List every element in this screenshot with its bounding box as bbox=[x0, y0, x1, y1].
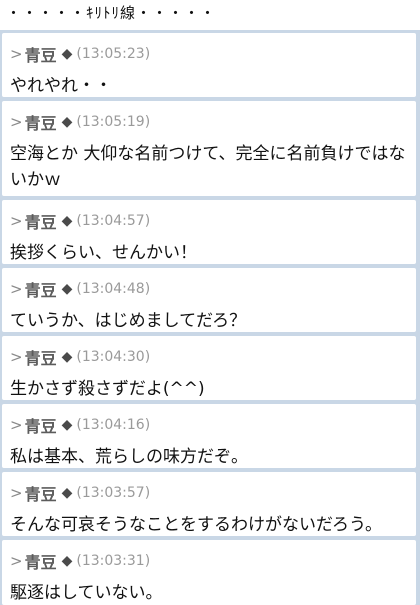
post-message: ていうか、はじめましてだろ？ bbox=[10, 311, 247, 331]
trip-diamond-icon: ◆ bbox=[61, 114, 73, 130]
post-timestamp: (13:03:57) bbox=[76, 485, 151, 501]
reply-arrow-icon[interactable]: > bbox=[10, 484, 23, 502]
post-header: > 青豆 ◆ (13:04:16) bbox=[10, 413, 408, 437]
poster-name[interactable]: 青豆 bbox=[25, 209, 57, 233]
post-timestamp: (13:04:30) bbox=[76, 349, 151, 365]
post-message: 空海とか 大仰な名前つけて、完全に名前負けではないかｗ bbox=[10, 144, 406, 190]
reply-arrow-icon[interactable]: > bbox=[10, 552, 23, 570]
poster-name[interactable]: 青豆 bbox=[25, 413, 57, 437]
trip-diamond-icon: ◆ bbox=[61, 281, 73, 297]
trip-diamond-icon: ◆ bbox=[61, 213, 73, 229]
poster-name[interactable]: 青豆 bbox=[25, 345, 57, 369]
chat-post: > 青豆 ◆ (13:05:23) やれやれ・・ bbox=[2, 33, 416, 97]
poster-name[interactable]: 青豆 bbox=[25, 110, 57, 134]
post-timestamp: (13:05:19) bbox=[76, 114, 151, 130]
post-timestamp: (13:05:23) bbox=[76, 46, 151, 62]
reply-arrow-icon[interactable]: > bbox=[10, 280, 23, 298]
post-header: > 青豆 ◆ (13:03:31) bbox=[10, 549, 408, 573]
chat-post: > 青豆 ◆ (13:04:48) ていうか、はじめましてだろ？ bbox=[2, 268, 416, 332]
reply-arrow-icon[interactable]: > bbox=[10, 45, 23, 63]
post-timestamp: (13:04:48) bbox=[76, 281, 151, 297]
post-message: 挨拶くらい、せんかい！ bbox=[10, 243, 197, 263]
chat-post: > 青豆 ◆ (13:04:57) 挨拶くらい、せんかい！ bbox=[2, 200, 416, 264]
chat-post: > 青豆 ◆ (13:04:16) 私は基本、荒らしの味方だぞ。 bbox=[2, 404, 416, 468]
post-header: > 青豆 ◆ (13:05:23) bbox=[10, 42, 408, 66]
reply-arrow-icon[interactable]: > bbox=[10, 113, 23, 131]
post-header: > 青豆 ◆ (13:03:57) bbox=[10, 481, 408, 505]
reply-arrow-icon[interactable]: > bbox=[10, 416, 23, 434]
post-message: そんな可哀そうなことをするわけがないだろう。 bbox=[10, 515, 382, 535]
chat-post: > 青豆 ◆ (13:04:30) 生かさず殺さずだよ(^^) bbox=[2, 336, 416, 400]
post-header: > 青豆 ◆ (13:04:57) bbox=[10, 209, 408, 233]
post-timestamp: (13:04:57) bbox=[76, 213, 151, 229]
poster-name[interactable]: 青豆 bbox=[25, 42, 57, 66]
reply-arrow-icon[interactable]: > bbox=[10, 348, 23, 366]
post-header: > 青豆 ◆ (13:05:19) bbox=[10, 110, 408, 134]
cut-line-divider: ・・・・・ｷﾘﾄﾘ線・・・・・ bbox=[0, 0, 420, 30]
trip-diamond-icon: ◆ bbox=[61, 417, 73, 433]
post-timestamp: (13:04:16) bbox=[76, 417, 151, 433]
post-header: > 青豆 ◆ (13:04:30) bbox=[10, 345, 408, 369]
poster-name[interactable]: 青豆 bbox=[25, 549, 57, 573]
chat-post: > 青豆 ◆ (13:05:19) 空海とか 大仰な名前つけて、完全に名前負けで… bbox=[2, 101, 416, 196]
chat-feed[interactable]: ・・・・・ｷﾘﾄﾘ線・・・・・ > 青豆 ◆ (13:05:23) やれやれ・・… bbox=[0, 0, 420, 605]
post-timestamp: (13:03:31) bbox=[76, 553, 151, 569]
trip-diamond-icon: ◆ bbox=[61, 553, 73, 569]
trip-diamond-icon: ◆ bbox=[61, 46, 73, 62]
poster-name[interactable]: 青豆 bbox=[25, 481, 57, 505]
post-message: やれやれ・・ bbox=[10, 76, 112, 96]
reply-arrow-icon[interactable]: > bbox=[10, 212, 23, 230]
chat-post: > 青豆 ◆ (13:03:57) そんな可哀そうなことをするわけがないだろう。 bbox=[2, 472, 416, 536]
trip-diamond-icon: ◆ bbox=[61, 485, 73, 501]
post-message: 私は基本、荒らしの味方だぞ。 bbox=[10, 447, 248, 467]
post-message: 生かさず殺さずだよ(^^) bbox=[10, 379, 205, 399]
post-header: > 青豆 ◆ (13:04:48) bbox=[10, 277, 408, 301]
poster-name[interactable]: 青豆 bbox=[25, 277, 57, 301]
post-message: 駆逐はしていない。 bbox=[10, 583, 163, 603]
chat-post: > 青豆 ◆ (13:03:31) 駆逐はしていない。 bbox=[2, 540, 416, 605]
trip-diamond-icon: ◆ bbox=[61, 349, 73, 365]
